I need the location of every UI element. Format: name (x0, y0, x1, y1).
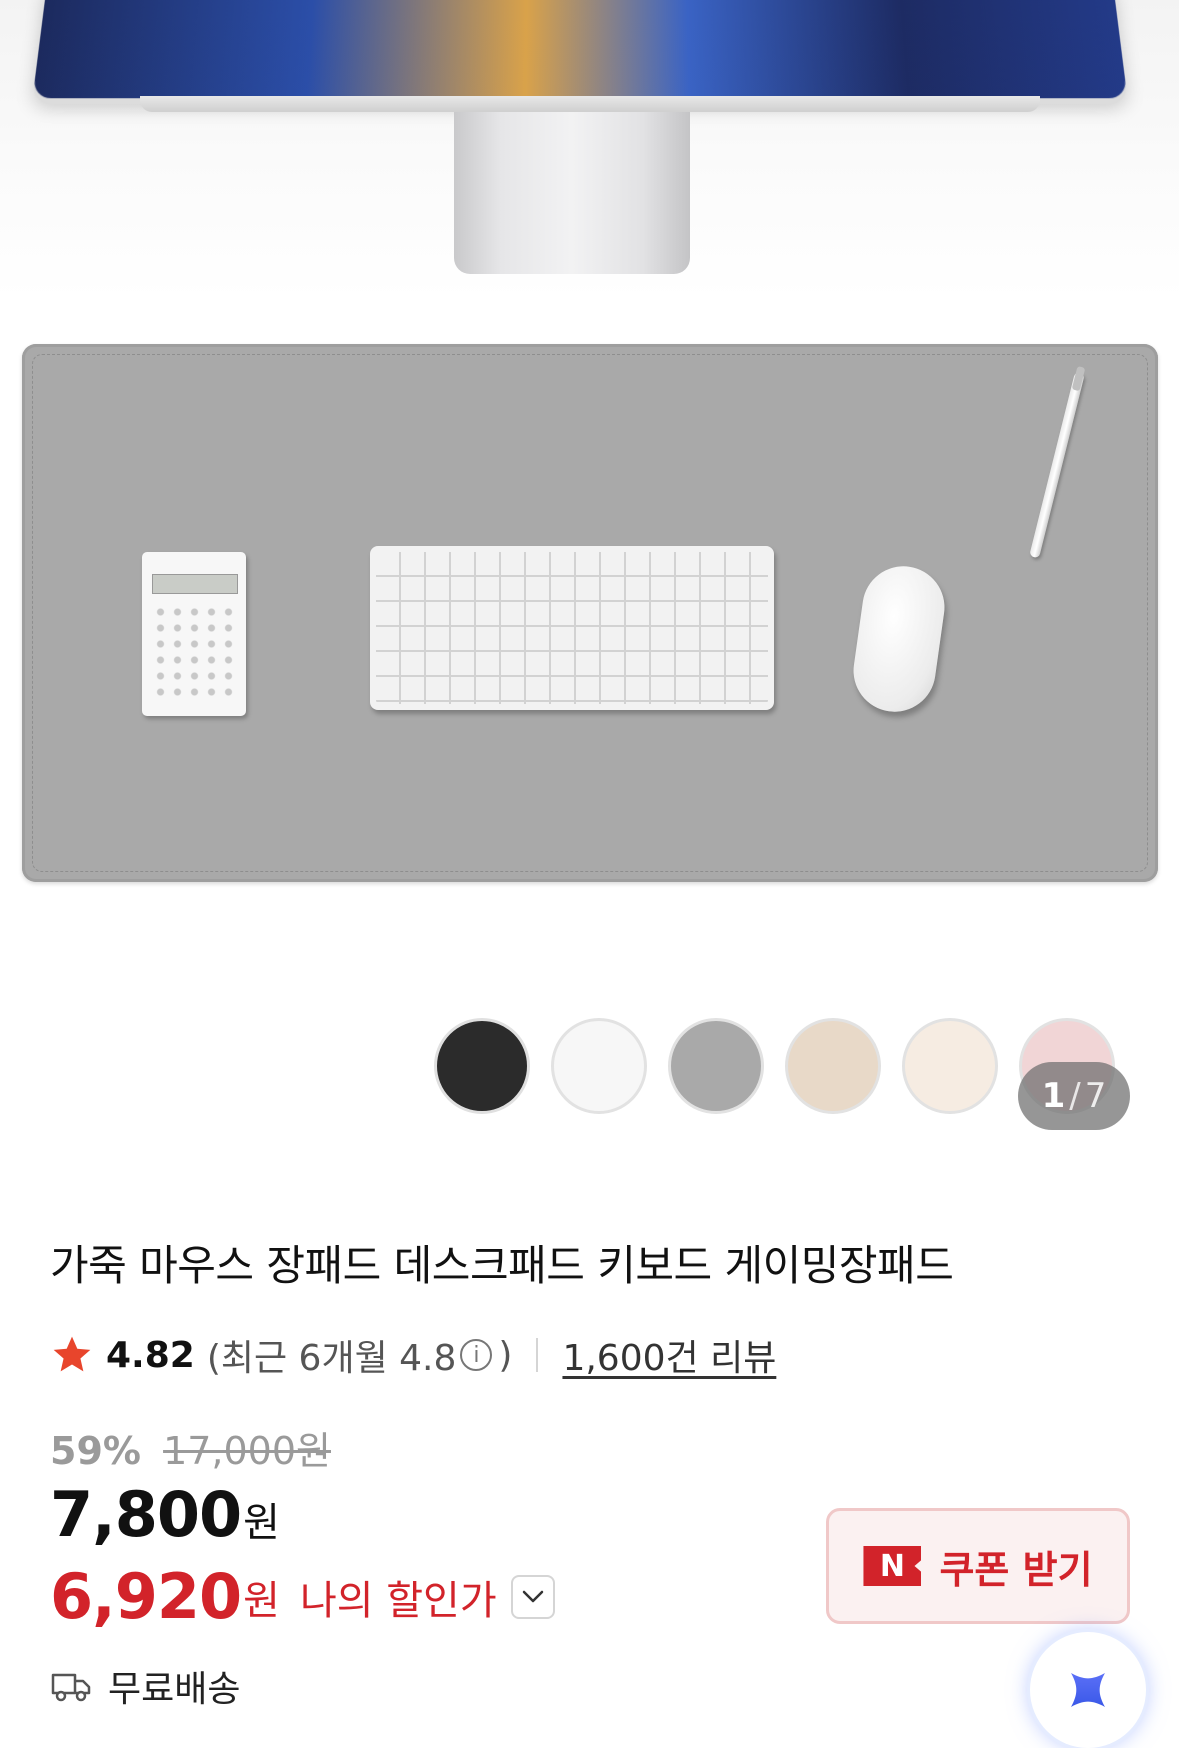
info-icon[interactable]: i (460, 1339, 493, 1371)
coupon-ticket-icon: N (863, 1546, 922, 1586)
shipping-row: 무료배송 (50, 1660, 240, 1712)
monitor-screen-image (32, 0, 1128, 99)
image-counter: 1 / 7 (1018, 1062, 1130, 1130)
image-counter-total: 7 (1084, 1076, 1107, 1116)
image-counter-separator: / (1069, 1076, 1081, 1116)
keyboard-image (370, 546, 774, 710)
rating-row: 4.82 (최근 6개월 4.8 i ) 1,600건 리뷰 (50, 1330, 776, 1380)
review-count-link[interactable]: 1,600건 리뷰 (562, 1329, 776, 1381)
chevron-down-icon (522, 1590, 543, 1602)
deskpad-image (22, 344, 1158, 882)
my-price-expand-button[interactable] (510, 1574, 555, 1619)
my-price: 6,920 (50, 1560, 242, 1633)
monitor-stand (454, 112, 690, 274)
my-price-unit: 원 (243, 1577, 280, 1624)
my-price-label: 나의 할인가 (299, 1577, 497, 1624)
calculator-image (142, 552, 246, 716)
product-title: 가죽 마우스 장패드 데스크패드 키보드 게이밍장패드 (50, 1241, 954, 1290)
color-swatch-gray[interactable] (668, 1018, 764, 1114)
monitor-chin (140, 96, 1040, 112)
shipping-label: 무료배송 (108, 1669, 241, 1710)
color-swatch-white[interactable] (551, 1018, 647, 1114)
recent-rating-close: ) (498, 1334, 513, 1376)
coupon-button[interactable]: N 쿠폰 받기 (826, 1508, 1130, 1624)
mouse-image (848, 561, 950, 717)
price-row: 7,800원 (50, 1478, 280, 1551)
sparkle-logo-icon (1071, 1673, 1105, 1707)
pen-image (1029, 371, 1085, 559)
original-price-row: 59% 17,000원 (50, 1420, 331, 1475)
my-price-row: 6,920 원 나의 할인가 (50, 1560, 555, 1633)
recent-rating-text: (최근 6개월 4.8 (206, 1338, 457, 1379)
original-price: 17,000원 (163, 1429, 331, 1473)
product-image[interactable] (0, 0, 1179, 960)
rating-value: 4.82 (106, 1334, 195, 1376)
truck-icon (51, 1673, 91, 1702)
color-swatch-beige[interactable] (785, 1018, 881, 1114)
discount-percent: 59% (50, 1429, 141, 1473)
color-swatch-black[interactable] (434, 1018, 530, 1114)
divider (536, 1338, 539, 1372)
sale-price-unit: 원 (243, 1500, 280, 1546)
coupon-label: 쿠폰 받기 (939, 1547, 1093, 1592)
sale-price: 7,800 (50, 1478, 242, 1551)
image-counter-current: 1 (1041, 1076, 1066, 1116)
star-icon (53, 1336, 91, 1372)
ai-assistant-button[interactable] (1030, 1632, 1146, 1748)
color-swatch-cream[interactable] (902, 1018, 998, 1114)
